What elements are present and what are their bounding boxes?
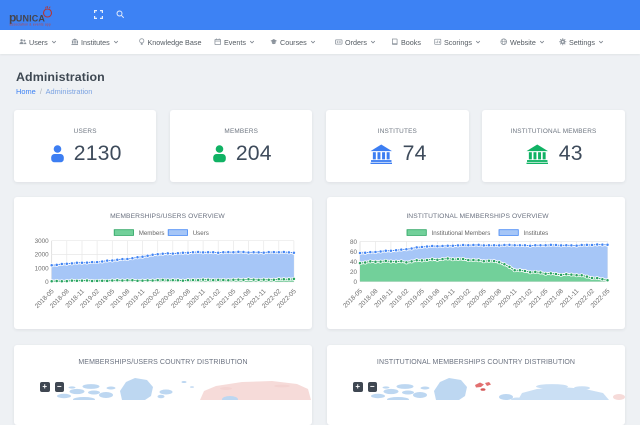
svg-text:3000: 3000 — [35, 238, 50, 245]
svg-text:Users: Users — [193, 230, 209, 237]
svg-text:20: 20 — [350, 269, 358, 276]
svg-text:Institutional Members: Institutional Members — [432, 230, 491, 237]
svg-text:80: 80 — [350, 239, 358, 246]
svg-text:40: 40 — [350, 259, 358, 266]
svg-text:0: 0 — [353, 279, 357, 286]
svg-text:Institutes: Institutes — [524, 230, 549, 237]
svg-text:1000: 1000 — [35, 265, 50, 272]
svg-text:INSTITUTIONAL MEMBERSHIPS OVER: INSTITUTIONAL MEMBERSHIPS OVERVIEW — [406, 213, 549, 220]
svg-text:0: 0 — [45, 279, 49, 286]
svg-text:Members: Members — [139, 230, 165, 237]
svg-text:2000: 2000 — [35, 252, 50, 259]
svg-text:60: 60 — [350, 249, 358, 256]
svg-text:MEMBERSHIPS/USERS OVERVIEW: MEMBERSHIPS/USERS OVERVIEW — [110, 213, 225, 220]
svg-text:association & events app: association & events app — [10, 22, 51, 26]
